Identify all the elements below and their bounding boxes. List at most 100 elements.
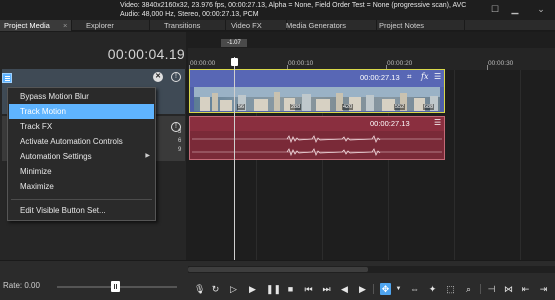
building [302,94,311,111]
frame-number: 288 [290,104,302,110]
building [200,97,210,111]
menu-line [5,76,10,77]
frame-number: 552 [394,104,406,110]
frame-number: 56 [237,104,246,110]
stop-icon[interactable]: ■ [285,283,296,295]
menu-item-label: Minimize [20,167,52,176]
tab-label: Project Media [4,21,50,30]
solo-icon[interactable]: ! [171,72,181,82]
ruler-label: 00:00:20 [387,60,413,67]
timeline-scrollbar[interactable] [188,266,555,273]
window-docking-tabs: Project Media × Explorer Transitions Vid… [0,20,555,31]
playhead-line[interactable] [234,57,235,260]
selection-tool-icon[interactable]: ⬚ [445,283,456,295]
track-menu-icon[interactable] [2,73,12,83]
window-controls: ☐ ▁ ⌄ [486,2,555,18]
cursor-timecode: 00:00:04.19 [107,46,185,62]
mute-icon[interactable]: ✕ [153,72,163,82]
building [316,99,330,111]
snap-icon[interactable]: ⊣ [486,283,497,295]
tab-project-media[interactable]: Project Media [0,20,72,31]
tab-label: Project Notes [379,21,425,30]
video-event-header: 00:00:27.13 ⌗ fx ☰ [190,70,444,87]
split-icon[interactable]: ⋈ [503,283,514,295]
building [254,99,268,111]
media-info-video: Video: 3840x2160x32, 23.976 fps, 00:00:2… [120,2,467,9]
minimize-icon[interactable]: ▁ [506,3,524,16]
envelope-tool-icon[interactable]: ✦ [427,283,438,295]
trim-start-icon[interactable]: ⇤ [520,283,531,295]
rate-label: Rate: 0.00 [3,281,40,290]
ruler-label: 00:00:10 [288,60,314,67]
frame-number: 420 [342,104,354,110]
ruler-label: 00:00:00 [190,60,216,67]
trim-end-icon[interactable]: ⇥ [538,283,549,295]
audio-event[interactable]: 00:00:27.13 ☰ [189,116,445,160]
menu-item-label: Maximize [20,182,54,191]
event-menu-icon[interactable]: ☰ [434,118,441,127]
tab-label: Transitions [164,21,201,30]
level-label: 6 [178,138,182,144]
menu-item-label: Edit Visible Button Set... [20,206,106,215]
event-fx-icon[interactable]: fx [421,72,428,81]
level-label: 9 [178,147,182,153]
audio-event-header: 00:00:27.13 ☰ [190,117,444,131]
tab-explorer[interactable]: Explorer [82,20,150,31]
zoom-tool-icon[interactable]: ⌕ [463,283,474,295]
mic-icon[interactable]: 🎙 [194,283,205,295]
play-icon[interactable]: ▶ [247,283,258,295]
menu-item-automation-settings[interactable]: Automation Settings ▶ [9,149,154,164]
toolbar-separator [480,284,481,294]
tab-project-notes[interactable]: Project Notes [375,20,465,31]
tab-transitions[interactable]: Transitions [160,20,226,31]
timeline-ruler[interactable]: 00:00:00 00:00:10 00:00:20 00:00:30 [188,48,555,70]
tab-video-fx[interactable]: Video FX [227,20,287,31]
menu-item-label: Track Motion [20,107,66,116]
building [366,95,374,111]
submenu-arrow-icon: ▶ [145,153,150,159]
edit-tool-icon[interactable]: ✥ [380,283,391,295]
video-event-duration: 00:00:27.13 [360,73,400,82]
dropdown-icon[interactable]: ⌄ [532,3,550,16]
event-menu-icon[interactable]: ☰ [434,72,441,81]
tab-label: Explorer [86,21,114,30]
prev-frame-icon[interactable]: ◀ [339,283,350,295]
tab-media-generators[interactable]: Media Generators [282,20,377,31]
audio-waveform [192,135,442,157]
pause-icon[interactable]: ❚❚ [266,283,281,295]
menu-item-minimize[interactable]: Minimize [9,164,154,179]
close-icon[interactable]: × [63,20,67,31]
grid-line [454,69,455,260]
menu-item-label: Automation Settings [20,152,92,161]
grip-line [116,284,117,289]
play-from-start-icon[interactable]: ▷ [228,283,239,295]
menu-item-maximize[interactable]: Maximize [9,179,154,194]
menu-item-bypass-motion-blur[interactable]: Bypass Motion Blur [9,89,154,104]
menu-item-track-motion[interactable]: Track Motion [9,104,154,119]
level-label: 3 [178,129,182,135]
tab-label: Media Generators [286,21,347,30]
menu-item-edit-visible-buttons[interactable]: Edit Visible Button Set... [9,203,154,218]
menu-separator [11,199,152,200]
menu-item-track-fx[interactable]: Track FX [9,119,154,134]
menu-item-activate-automation[interactable]: Activate Automation Controls [9,134,154,149]
audio-event-duration: 00:00:27.13 [370,119,410,128]
menu-item-label: Track FX [20,122,53,131]
normal-edit-icon[interactable]: ⇔ [409,283,420,295]
rate-slider-handle[interactable] [111,281,120,292]
track-context-menu: Bypass Motion Blur Track Motion Track FX… [7,87,156,221]
menu-item-label: Bypass Motion Blur [20,92,89,101]
pan-crop-icon[interactable]: ⌗ [407,72,412,82]
loop-icon[interactable]: ↻ [210,283,221,295]
next-frame-icon[interactable]: ▶ [357,283,368,295]
go-to-start-icon[interactable]: ⏮ [303,283,314,295]
video-event[interactable]: 00:00:27.13 ⌗ fx ☰ 56 288 420 552 688 [189,69,445,113]
dropdown-icon[interactable]: ▼ [393,283,404,295]
ruler-label: 00:00:30 [488,60,514,67]
go-to-end-icon[interactable]: ⏭ [321,283,332,295]
playhead-handle[interactable] [231,58,238,66]
menu-line [5,78,10,79]
scrollbar-thumb[interactable] [188,267,368,272]
menu-line [5,80,10,81]
maximize-icon[interactable]: ☐ [486,3,504,16]
